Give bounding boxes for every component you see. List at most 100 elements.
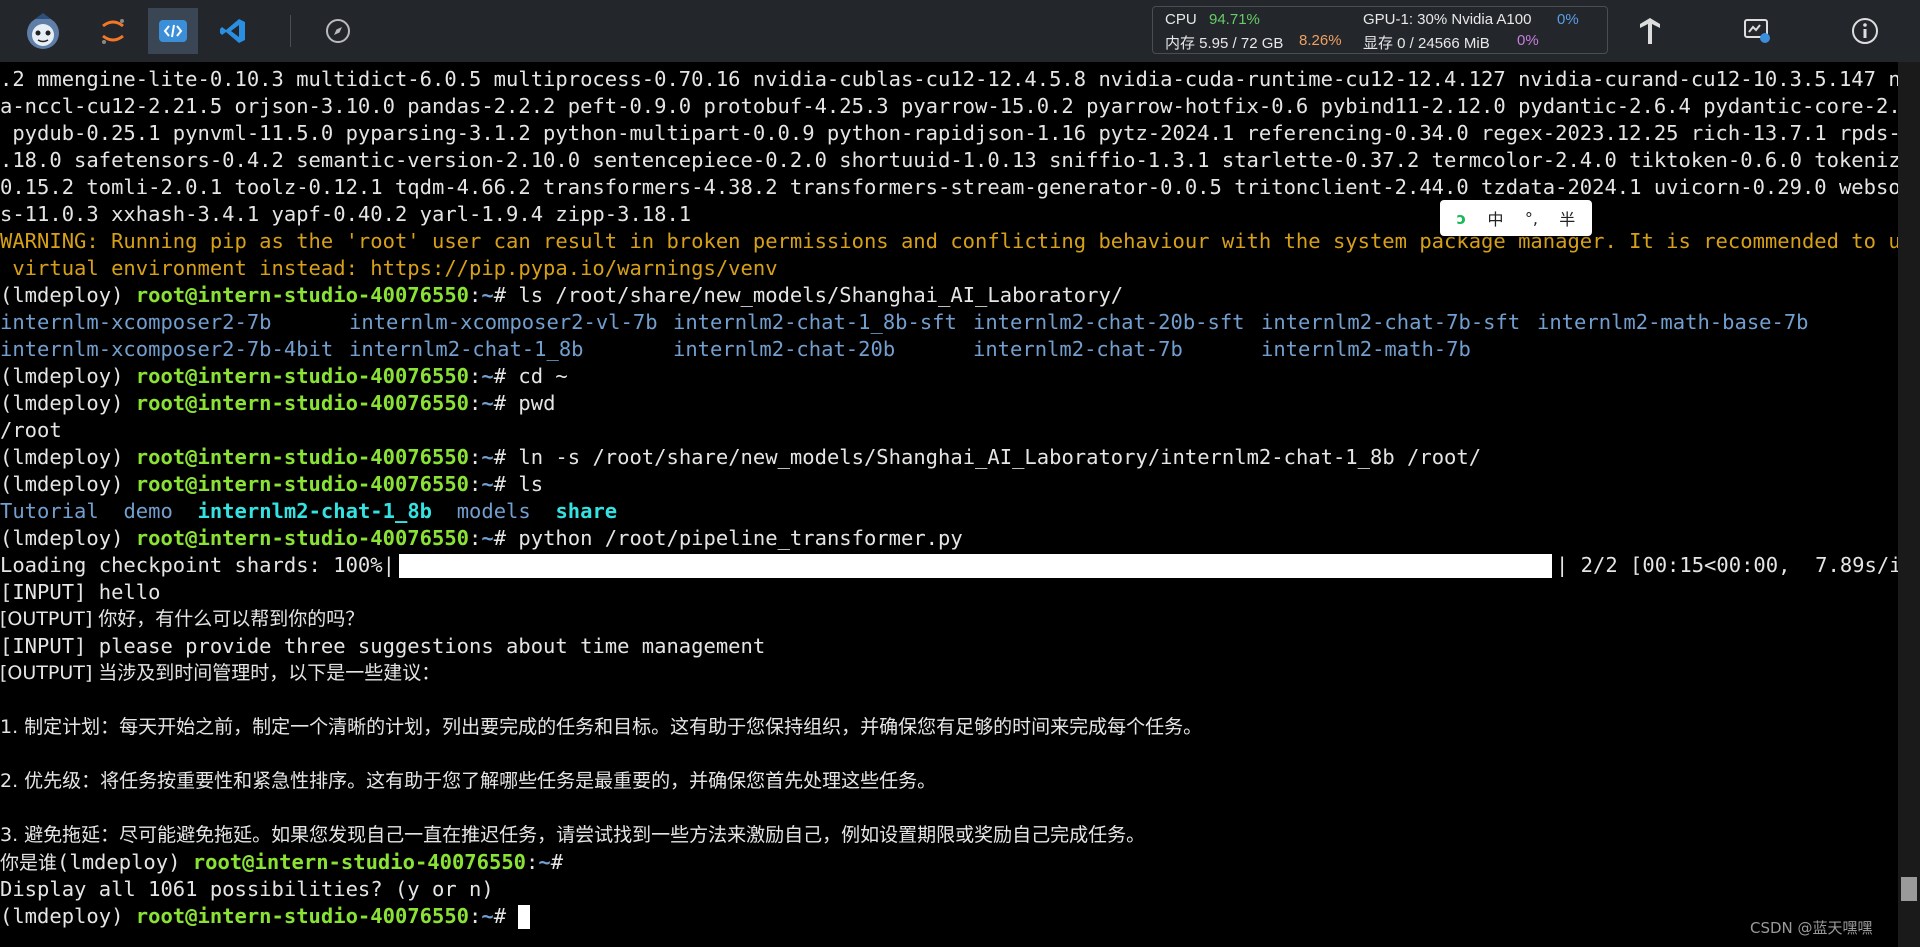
prompt-path: ~ xyxy=(538,850,551,874)
toolbar-divider xyxy=(290,15,291,47)
command-text: ln -s /root/share/new_models/Shanghai_AI… xyxy=(518,445,1482,469)
prompt-symbol: # xyxy=(493,445,519,469)
input-line: [INPUT] please provide three suggestions… xyxy=(0,634,766,658)
terminal[interactable]: .2 mmengine-lite-0.10.3 multidict-6.0.5 … xyxy=(0,62,1898,947)
dir-entry: Tutorial xyxy=(0,499,99,523)
command-text: ls xyxy=(518,472,544,496)
suggestion-line: 2. 优先级：将任务按重要性和紧急性排序。这有助于您了解哪些任务是最重要的，并确… xyxy=(0,770,937,792)
progress-bar xyxy=(398,554,1552,578)
env-name: (lmdeploy) xyxy=(0,391,136,415)
prompt-symbol: # xyxy=(550,850,576,874)
dir-entry: internlm2-math-base-7b xyxy=(1537,310,1809,334)
prompt-line: (lmdeploy) root@intern-studio-40076550:~… xyxy=(0,282,1898,309)
prompt-symbol: # xyxy=(493,391,519,415)
gpu-value: 0% xyxy=(1557,11,1579,28)
loading-line: Loading checkpoint shards: 100%| | 2/2 [0… xyxy=(0,552,1898,579)
terminal-line: .18.0 safetensors-0.4.2 semantic-version… xyxy=(0,148,1898,172)
prompt-sep: : xyxy=(469,445,482,469)
dir-entry: internlm2-chat-20b-sft xyxy=(973,310,1245,334)
terminal-line: 0.15.2 tomli-2.0.1 toolz-0.12.1 tqdm-4.6… xyxy=(0,175,1898,199)
memory-label: 内存 5.95 / 72 GB xyxy=(1165,35,1284,52)
prompt-user: root@intern-studio-40076550 xyxy=(135,445,470,469)
output-line: Display all 1061 possibilities? (y or n) xyxy=(0,877,494,901)
prompt-line: (lmdeploy) root@intern-studio-40076550:~… xyxy=(0,471,1898,498)
terminal-line: pydub-0.25.1 pynvml-11.5.0 pyparsing-3.1… xyxy=(0,121,1898,145)
prompt-user: root@intern-studio-40076550 xyxy=(135,526,470,550)
prompt-path: ~ xyxy=(481,391,494,415)
prompt-line: (lmdeploy) root@intern-studio-40076550:~… xyxy=(0,525,1898,552)
cpu-label: CPU xyxy=(1165,11,1197,28)
dir-entry: internlm-xcomposer2-7b-4bit xyxy=(0,337,334,361)
dir-listing-row: internlm-xcomposer2-7b-4bit internlm2-cha… xyxy=(0,336,1898,363)
prompt-symbol: # xyxy=(493,283,519,307)
output-line: [OUTPUT] 当涉及到时间管理时，以下是一些建议： xyxy=(0,662,441,684)
warning-line: WARNING: Running pip as the 'root' user … xyxy=(0,229,1898,253)
prompt-sep: : xyxy=(469,364,482,388)
prompt-symbol: # xyxy=(493,472,519,496)
prompt-symbol: # xyxy=(493,364,519,388)
dir-entry: internlm2-chat-20b xyxy=(673,337,896,361)
terminal-scrollbar[interactable] xyxy=(1898,62,1920,947)
monitor-icon[interactable] xyxy=(1732,8,1782,54)
prompt-user: root@intern-studio-40076550 xyxy=(135,283,470,307)
vscode-icon[interactable] xyxy=(208,8,258,54)
prompt-path: ~ xyxy=(481,364,494,388)
suggestion-line: 1. 制定计划：每天开始之前，制定一个清晰的计划，列出要完成的任务和目标。这有助… xyxy=(0,716,1203,738)
prompt-symbol: # xyxy=(493,904,519,928)
command-text: cd ~ xyxy=(518,364,568,388)
prompt-line: (lmdeploy) root@intern-studio-40076550:~… xyxy=(0,363,1898,390)
prompt-sep: : xyxy=(469,472,482,496)
env-name: (lmdeploy) xyxy=(0,526,136,550)
symlink-entry: internlm2-chat-1_8b xyxy=(197,499,433,523)
terminal-cursor[interactable] xyxy=(518,905,531,929)
output-line: /root xyxy=(0,418,62,442)
memory-value: 8.26% xyxy=(1299,32,1342,49)
terminal-line: a-nccl-cu12-2.21.5 orjson-3.10.0 pandas-… xyxy=(0,94,1898,118)
resource-monitor: CPU 94.71% GPU-1: 30% Nvidia A100 0% 内存 … xyxy=(1152,6,1608,54)
command-text: ls /root/share/new_models/Shanghai_AI_La… xyxy=(518,283,1124,307)
tensorboard-icon[interactable] xyxy=(1625,8,1675,54)
prompt-line: (lmdeploy) root@intern-studio-40076550:~… xyxy=(0,390,1898,417)
prompt-sep: : xyxy=(469,526,482,550)
compass-icon[interactable] xyxy=(313,8,363,54)
env-name: (lmdeploy) xyxy=(0,445,136,469)
watermark: CSDN @蓝天嘿嘿 xyxy=(1750,919,1873,937)
prompt-path: ~ xyxy=(481,472,494,496)
prompt-path: ~ xyxy=(481,526,494,550)
ime-toolbar[interactable]: ↄ 中 °, 半 xyxy=(1440,200,1592,236)
info-icon[interactable] xyxy=(1840,8,1890,54)
ls-output: Tutorial demo internlm2-chat-1_8b models… xyxy=(0,498,1898,525)
ime-width-toggle[interactable]: 半 xyxy=(1559,206,1575,230)
vram-value: 0% xyxy=(1517,32,1539,49)
cpu-value: 94.71% xyxy=(1209,11,1260,28)
loading-suffix: | 2/2 [00:15<00:00, 7.89s/it] xyxy=(1555,553,1898,577)
prompt-sep: : xyxy=(469,904,482,928)
prompt-symbol: # xyxy=(493,526,519,550)
prompt-user: root@intern-studio-40076550 xyxy=(135,904,470,928)
terminal-line: .2 mmengine-lite-0.10.3 multidict-6.0.5 … xyxy=(0,67,1898,91)
env-name: (lmdeploy) xyxy=(0,283,136,307)
env-name: (lmdeploy) xyxy=(0,904,136,928)
logo-icon[interactable] xyxy=(18,8,68,54)
ime-language-toggle[interactable]: 中 xyxy=(1488,206,1504,230)
scrollbar-thumb[interactable] xyxy=(1901,877,1917,901)
ime-logo-icon[interactable]: ↄ xyxy=(1457,209,1466,228)
dir-entry: demo xyxy=(123,499,173,523)
prompt-path: ~ xyxy=(481,904,494,928)
typed-text: 你是谁 xyxy=(0,852,58,874)
suggestion-line: 3. 避免拖延：尽可能避免拖延。如果您发现自己一直在推迟任务，请尝试找到一些方法… xyxy=(0,824,1146,846)
prompt-line: 你是谁(lmdeploy) root@intern-studio-4007655… xyxy=(0,849,1898,876)
top-toolbar: CPU 94.71% GPU-1: 30% Nvidia A100 0% 内存 … xyxy=(0,0,1920,62)
prompt-user: root@intern-studio-40076550 xyxy=(135,391,470,415)
prompt-line: (lmdeploy) root@intern-studio-40076550:~… xyxy=(0,444,1898,471)
command-text: python /root/pipeline_transformer.py xyxy=(518,526,963,550)
warning-line: virtual environment instead: https://pip… xyxy=(0,256,778,280)
env-name: (lmdeploy) xyxy=(57,850,193,874)
code-icon[interactable] xyxy=(148,8,198,54)
jupyter-icon[interactable] xyxy=(88,8,138,54)
prompt-user: root@intern-studio-40076550 xyxy=(192,850,527,874)
ime-punctuation-toggle[interactable]: °, xyxy=(1525,209,1538,228)
prompt-line[interactable]: (lmdeploy) root@intern-studio-40076550:~… xyxy=(0,903,1898,930)
